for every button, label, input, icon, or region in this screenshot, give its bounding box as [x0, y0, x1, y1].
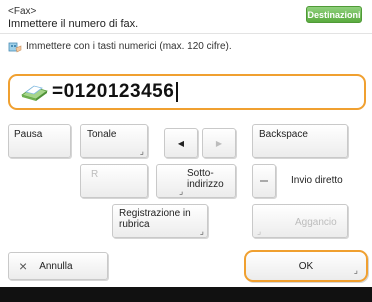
bottom-status-bar [0, 287, 372, 302]
ok-label: OK [298, 260, 314, 272]
page-instruction: Immettere il numero di fax. [8, 18, 139, 30]
pause-label: Pausa [14, 129, 43, 140]
fax-icon [21, 85, 48, 101]
r-label: R [91, 169, 99, 180]
direct-send-toggle[interactable] [252, 164, 276, 198]
mode-title: <Fax> [8, 6, 37, 17]
input-hint: Immettere con i tasti numerici (max. 120… [8, 39, 364, 54]
pause-button[interactable]: Pausa [8, 124, 71, 158]
backspace-button[interactable]: Backspace [252, 124, 348, 158]
keypad-hand-icon [8, 42, 22, 52]
subaddress-button[interactable]: Sotto- indirizzo ⌟ [156, 164, 236, 198]
left-arrow-icon: ◀ [177, 138, 185, 148]
right-arrow-icon: ▶ [215, 138, 223, 148]
close-icon: × [19, 258, 28, 274]
hook-button[interactable]: Aggancio ⌟ [252, 204, 348, 238]
register-label: Registrazione in rubrica [119, 208, 191, 230]
destinations-button[interactable]: Destinazioni [306, 6, 362, 23]
cancel-button[interactable]: × Annulla [8, 252, 108, 280]
tone-button[interactable]: Tonale ⌟ [80, 124, 148, 158]
cursor-left-button[interactable]: ◀ [164, 128, 198, 158]
cancel-label: Annulla [39, 260, 73, 272]
direct-send-label: Invio diretto [291, 175, 343, 186]
fax-number-field[interactable]: =0120123456 [8, 74, 366, 110]
hint-text: Immettere con i tasti numerici (max. 120… [26, 41, 232, 52]
fax-number-value: =0120123456 [52, 81, 175, 102]
header-divider [0, 33, 372, 34]
subaddress-label: Sotto- indirizzo [187, 168, 224, 190]
toggle-indicator-icon [260, 180, 268, 182]
ok-button[interactable]: OK ⌟ [244, 250, 368, 282]
text-cursor [176, 82, 179, 102]
cursor-right-button[interactable]: ▶ [202, 128, 236, 158]
register-in-address-book-button[interactable]: Registrazione in rubrica ⌟ [112, 204, 208, 238]
hook-label: Aggancio [295, 217, 337, 228]
tone-label: Tonale [87, 129, 117, 140]
backspace-label: Backspace [259, 129, 308, 140]
r-button[interactable]: R [80, 164, 148, 198]
